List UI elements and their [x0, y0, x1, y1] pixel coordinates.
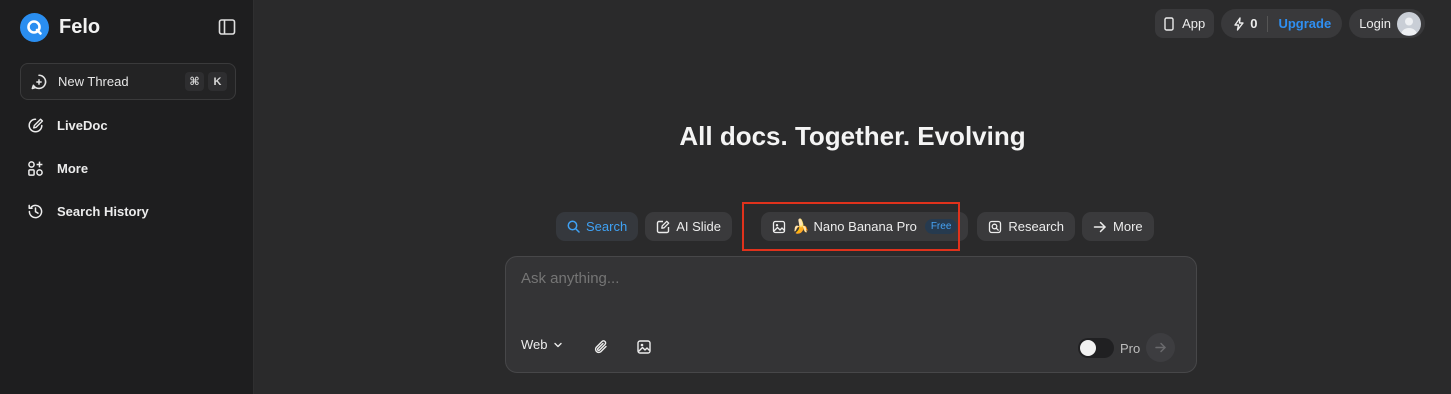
- chevron-down-icon: [553, 340, 563, 350]
- slide-edit-icon: [656, 220, 670, 234]
- cmd-key: ⌘: [185, 72, 204, 91]
- brand[interactable]: Felo: [20, 13, 100, 42]
- arrow-right-icon: [1093, 220, 1107, 234]
- free-badge: Free: [924, 219, 958, 234]
- send-button[interactable]: [1146, 333, 1175, 362]
- tab-label: Research: [1008, 219, 1065, 234]
- new-thread-button[interactable]: New Thread ⌘ K: [20, 63, 236, 100]
- sidebar-item-label: LiveDoc: [57, 118, 108, 133]
- app-button[interactable]: App: [1155, 9, 1215, 38]
- apps-icon: [27, 160, 44, 177]
- tab-nano-banana-pro[interactable]: 🍌 Nano Banana Pro Free: [761, 212, 969, 241]
- ask-input[interactable]: [521, 270, 1161, 287]
- sidebar-item-livedoc[interactable]: LiveDoc: [27, 117, 108, 134]
- credits-pill: 0 Upgrade: [1221, 9, 1343, 38]
- image-upload-icon[interactable]: [636, 339, 652, 355]
- credits-count: 0: [1250, 16, 1258, 31]
- divider: [1267, 15, 1269, 32]
- pro-label: Pro: [1120, 340, 1141, 356]
- tab-more[interactable]: More: [1082, 212, 1154, 241]
- banana-icon: 🍌: [792, 218, 810, 234]
- page-title: All docs. Together. Evolving: [679, 121, 1026, 151]
- new-thread-icon: [30, 73, 48, 91]
- sidebar-item-label: Search History: [57, 204, 149, 219]
- arrow-right-icon: [1154, 341, 1167, 354]
- paperclip-icon[interactable]: [593, 339, 609, 355]
- tab-search[interactable]: Search: [556, 212, 639, 241]
- tab-research[interactable]: Research: [977, 212, 1076, 241]
- login-label: Login: [1359, 16, 1391, 31]
- search-icon: [567, 220, 580, 233]
- edit-icon: [27, 117, 44, 134]
- history-icon: [27, 203, 44, 220]
- felo-logo-icon: [20, 13, 49, 42]
- tab-label: More: [1113, 219, 1143, 234]
- mode-tabs: Search AI Slide 🍌 Nano Banana Pro Free R…: [556, 212, 1154, 241]
- image-icon: [772, 220, 786, 234]
- sidebar: Felo New Thread ⌘ K LiveDoc More Search …: [0, 0, 254, 394]
- tab-label: Search: [586, 219, 628, 234]
- avatar: [1397, 11, 1421, 36]
- tab-label: Nano Banana Pro: [813, 219, 917, 234]
- phone-icon: [1164, 16, 1174, 31]
- bolt-icon: [1233, 16, 1245, 31]
- new-thread-label: New Thread: [58, 74, 129, 89]
- upgrade-link[interactable]: Upgrade: [1278, 16, 1331, 31]
- pro-toggle[interactable]: Pro: [1078, 338, 1140, 358]
- sidebar-toggle-icon[interactable]: [218, 18, 236, 36]
- research-icon: [988, 220, 1002, 234]
- tab-label: AI Slide: [676, 219, 722, 234]
- sidebar-item-label: More: [57, 161, 89, 176]
- pro-switch[interactable]: [1078, 338, 1114, 358]
- sidebar-item-more[interactable]: More: [27, 160, 88, 177]
- brand-name: Felo: [59, 16, 101, 38]
- k-key: K: [208, 72, 227, 91]
- login-button[interactable]: Login: [1349, 9, 1425, 38]
- shortcut-hint: ⌘ K: [185, 72, 227, 91]
- source-select[interactable]: Web: [521, 337, 563, 352]
- sidebar-item-search-history[interactable]: Search History: [27, 203, 149, 220]
- composer: Web Pro: [505, 256, 1197, 373]
- header-actions: App 0 Upgrade Login: [1155, 9, 1425, 38]
- switch-knob: [1080, 340, 1096, 356]
- source-label: Web: [521, 337, 548, 352]
- tab-ai-slide[interactable]: AI Slide: [645, 212, 733, 241]
- app-label: App: [1182, 16, 1206, 31]
